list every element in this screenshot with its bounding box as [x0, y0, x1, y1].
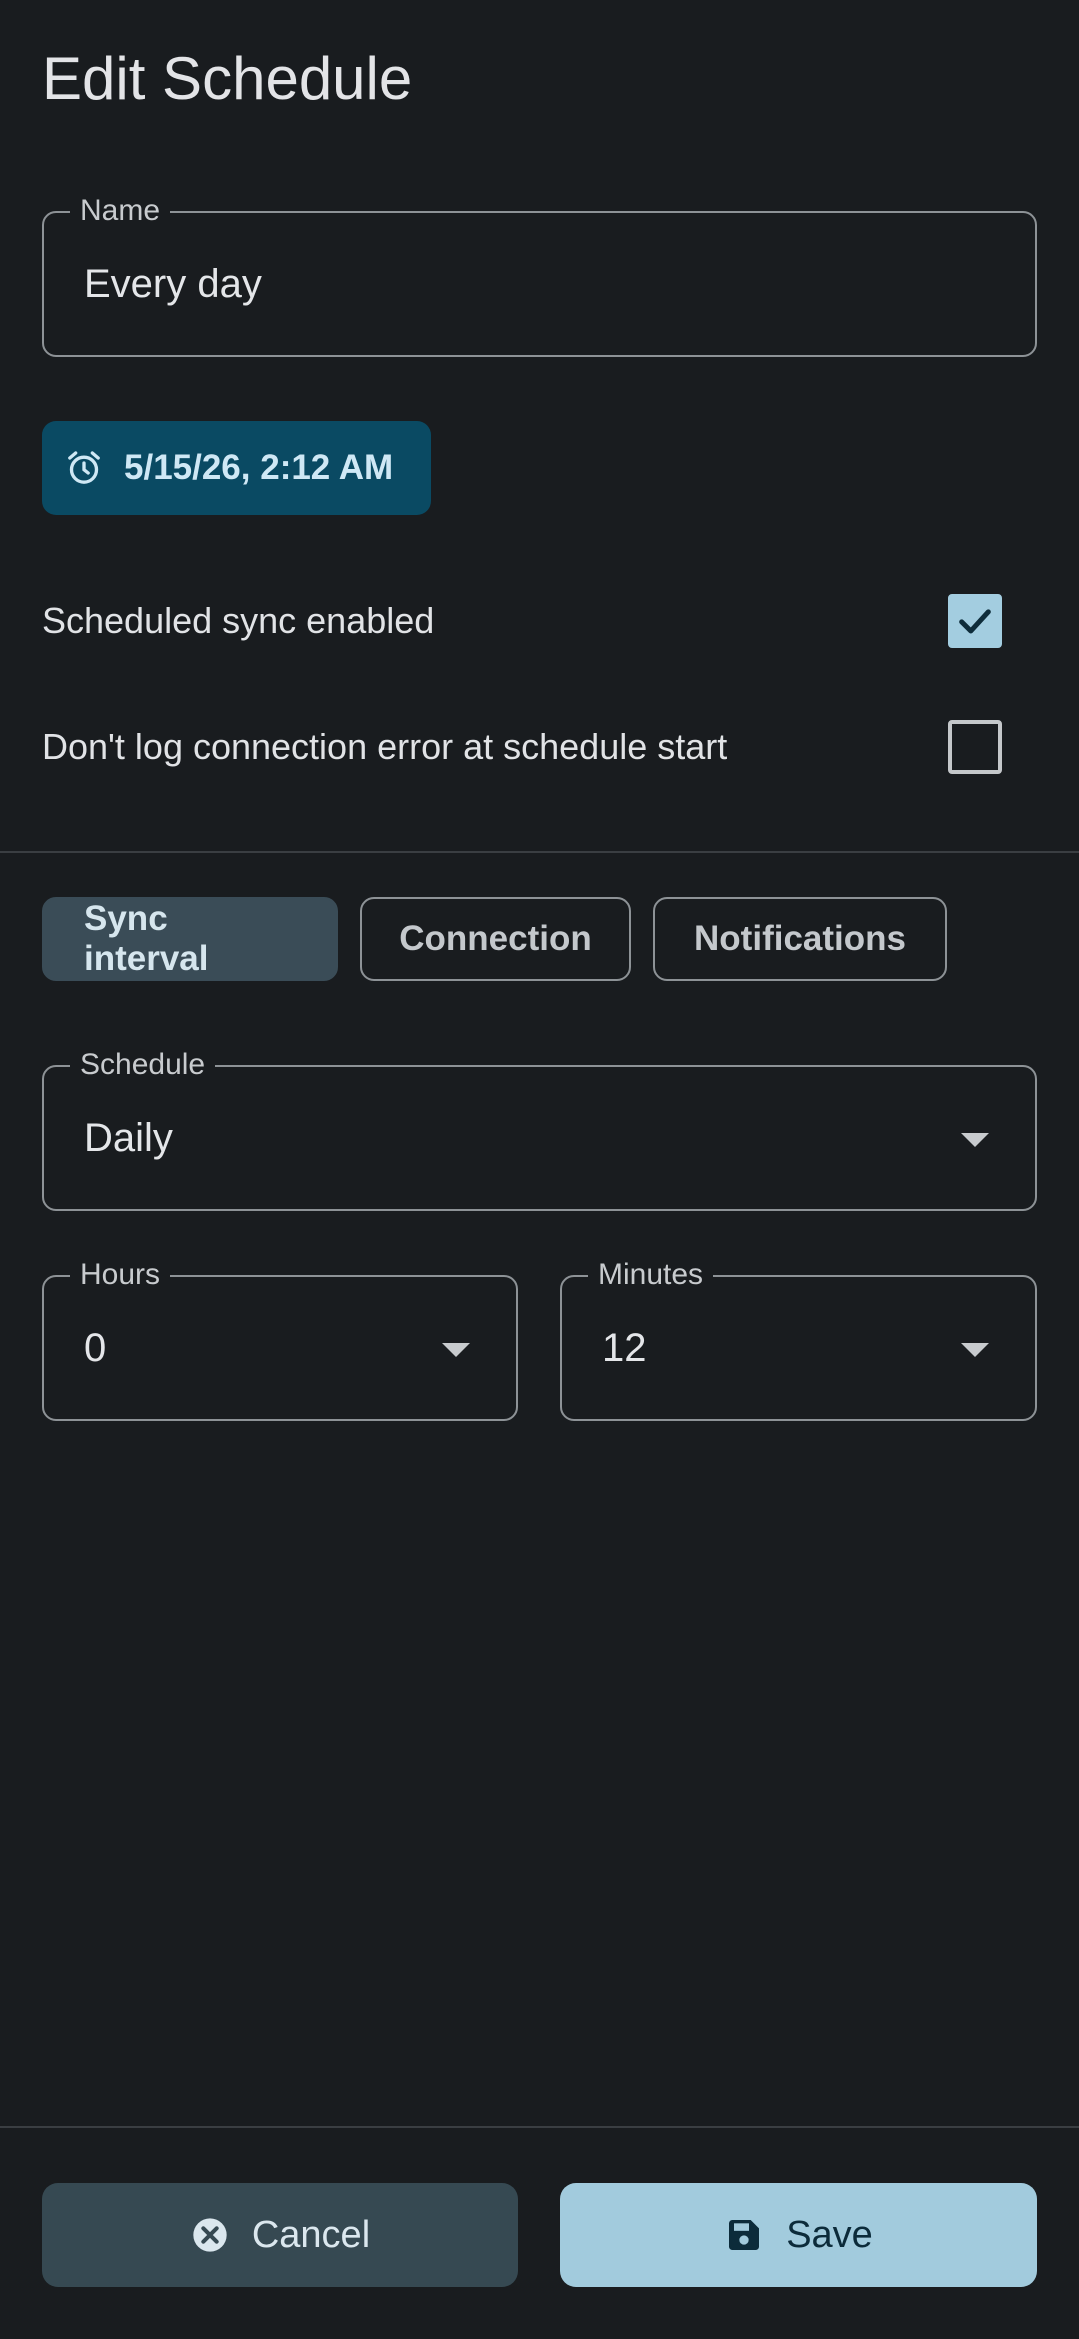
scheduled-sync-checkbox[interactable]	[948, 594, 1002, 648]
edit-schedule-screen: Edit Schedule Name Every day 5/15/26, 2:…	[0, 0, 1079, 2339]
minutes-select[interactable]: Minutes 12	[560, 1257, 1037, 1421]
suppress-connection-error-label: Don't log connection error at schedule s…	[42, 726, 728, 767]
tab-sync-interval[interactable]: Sync interval	[42, 897, 338, 981]
suppress-connection-error-checkbox[interactable]	[948, 720, 1002, 774]
cancel-circle-icon	[193, 2218, 227, 2252]
chevron-down-icon	[442, 1343, 470, 1357]
chevron-down-icon	[961, 1133, 989, 1147]
tab-notifications[interactable]: Notifications	[653, 897, 947, 981]
schedule-select-value: Daily	[84, 1115, 173, 1160]
hours-select[interactable]: Hours 0	[42, 1257, 518, 1421]
schedule-select[interactable]: Schedule Daily	[42, 1047, 1037, 1211]
page-title: Edit Schedule	[42, 45, 413, 112]
chevron-down-icon	[961, 1343, 989, 1357]
floppy-disk-icon	[729, 2220, 760, 2250]
save-button[interactable]: Save	[560, 2183, 1037, 2287]
footer-divider	[0, 2126, 1079, 2128]
next-run-date-chip[interactable]: 5/15/26, 2:12 AM	[42, 421, 431, 515]
name-field[interactable]: Name Every day	[42, 193, 1037, 357]
hours-select-value: 0	[84, 1325, 107, 1370]
scheduled-sync-label: Scheduled sync enabled	[42, 600, 435, 641]
cancel-button[interactable]: Cancel	[42, 2183, 518, 2287]
checkmark-icon	[959, 609, 991, 634]
alarm-clock-icon	[68, 451, 100, 484]
name-input[interactable]: Every day	[84, 213, 262, 355]
scheduled-sync-row[interactable]: Scheduled sync enabled	[42, 591, 1002, 651]
section-divider	[0, 851, 1079, 853]
save-button-label: Save	[786, 2213, 873, 2256]
tab-connection[interactable]: Connection	[360, 897, 631, 981]
settings-tabs: Sync interval Connection Notifications	[42, 897, 947, 981]
cancel-button-label: Cancel	[251, 2213, 371, 2256]
next-run-date-text: 5/15/26, 2:12 AM	[124, 448, 394, 487]
minutes-select-value: 12	[602, 1325, 647, 1370]
suppress-connection-error-row[interactable]: Don't log connection error at schedule s…	[42, 717, 1002, 777]
